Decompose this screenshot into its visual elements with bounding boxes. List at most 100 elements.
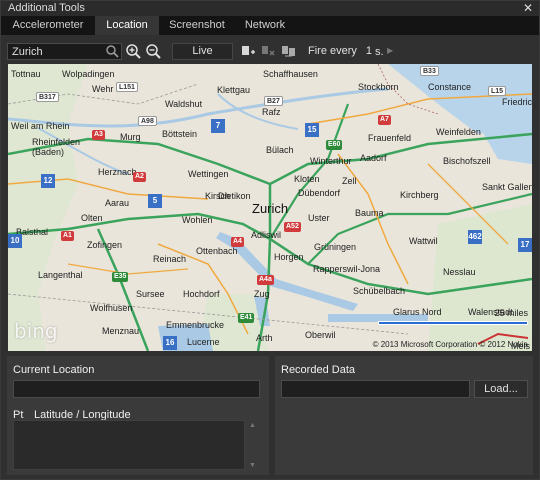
route-badge: 15 xyxy=(305,123,319,137)
tab-accelerometer[interactable]: Accelerometer xyxy=(1,16,95,35)
map-label: Wolpadingen xyxy=(62,69,115,79)
map-label: Schübelbach xyxy=(353,286,406,296)
road-shield: A2 xyxy=(133,172,146,182)
current-location-field[interactable] xyxy=(13,380,260,398)
route-badge: 16 xyxy=(163,336,177,350)
route-badge: 7 xyxy=(211,119,225,133)
map-label: Aarau xyxy=(105,198,130,208)
road-shield: E60 xyxy=(326,140,343,150)
road-shield: B27 xyxy=(264,96,283,106)
load-button[interactable]: Load... xyxy=(474,380,528,398)
map-label: Klettgau xyxy=(217,85,251,95)
map-label: Menznau xyxy=(102,326,140,336)
map-label: Bülach xyxy=(266,145,294,155)
map-label-city: Zurich xyxy=(252,201,289,216)
zoom-in-icon[interactable] xyxy=(125,43,141,59)
close-icon[interactable]: ✕ xyxy=(523,1,533,15)
map-label: Horgen xyxy=(274,252,304,262)
route-badge: 462 xyxy=(468,230,482,244)
map-label: Nesslau xyxy=(443,267,476,277)
map-label: Glarus Nord xyxy=(393,307,442,317)
route-badge: 12 xyxy=(41,174,55,188)
road-shield: A98 xyxy=(138,116,157,126)
map-label: Rapperswil-Jona xyxy=(313,264,381,274)
tab-network[interactable]: Network xyxy=(235,16,295,35)
map-label: Oberwil xyxy=(305,330,336,340)
map-label: Kirchberg xyxy=(400,190,439,200)
map-label: Herznach xyxy=(98,167,137,177)
road-shield: A52 xyxy=(284,222,301,232)
map-label: Böttstein xyxy=(162,129,198,139)
map-label: Weil am Rhein xyxy=(11,121,70,131)
map-label: Lucerne xyxy=(187,337,220,347)
map-label: Frauenfeld xyxy=(368,133,412,143)
map-label: Wohlen xyxy=(182,215,213,225)
tab-screenshot[interactable]: Screenshot xyxy=(159,16,235,35)
map-label: Arth xyxy=(256,333,273,343)
route-badge: 5 xyxy=(148,194,162,208)
map-view[interactable]: Waldshut Weil am Rhein Rheinfelden (Bade… xyxy=(8,64,532,351)
additional-tools-window: Additional Tools ✕ Accelerometer Locatio… xyxy=(0,0,540,480)
road-shield: B33 xyxy=(420,66,439,76)
fire-unit-label: s. xyxy=(375,46,384,58)
road-shield: A4a xyxy=(257,275,274,285)
bing-logo: bing xyxy=(14,319,58,343)
map-label: Grüningen xyxy=(314,242,357,252)
road-shield: A4 xyxy=(231,237,244,247)
map-label: Friedric xyxy=(502,97,532,107)
road-shield: L151 xyxy=(116,82,138,92)
route-badge: 17 xyxy=(518,238,532,252)
map-label: Zell xyxy=(342,176,357,186)
tab-location[interactable]: Location xyxy=(95,16,159,35)
play-icon[interactable]: ▶ xyxy=(387,46,393,55)
map-label: Weinfelden xyxy=(436,127,481,137)
recorded-data-panel: Recorded Data Load... xyxy=(275,356,533,475)
recorded-data-title: Recorded Data xyxy=(281,364,355,376)
scroll-up-icon[interactable]: ▲ xyxy=(249,422,256,429)
location-panel: Live Fire every s. ▶ xyxy=(1,35,539,479)
map-scale-label: 25 miles xyxy=(494,308,528,318)
map-label: Sursee xyxy=(136,289,165,299)
search-icon[interactable] xyxy=(105,44,119,58)
fire-interval-input[interactable] xyxy=(354,43,372,59)
map-label: Constance xyxy=(428,82,472,92)
map-label: Reinach xyxy=(153,254,187,264)
title-bar: Additional Tools ✕ xyxy=(1,1,539,16)
map-label: Sankt Gallen xyxy=(482,182,532,192)
map-label: Waldshut xyxy=(165,99,203,109)
map-label: Dübendorf xyxy=(298,188,341,198)
map-label: Zug xyxy=(254,289,270,299)
road-shield: E41 xyxy=(238,313,255,323)
recorded-data-field[interactable] xyxy=(281,380,470,398)
add-pin-icon[interactable] xyxy=(240,43,256,59)
map-label: Wolfhusen xyxy=(90,303,133,313)
map-label: Winterthur xyxy=(310,156,352,166)
tab-bar: Accelerometer Location Screenshot Networ… xyxy=(1,16,539,35)
route-icon[interactable] xyxy=(281,43,297,59)
map-label: Kirsch xyxy=(205,191,231,201)
map-label: Rheinfelden (Baden) xyxy=(32,137,81,157)
map-label: Murg xyxy=(120,132,141,142)
map-scale-bar xyxy=(378,321,528,325)
live-button[interactable]: Live xyxy=(172,43,233,60)
location-toolbar: Live Fire every s. ▶ xyxy=(7,41,533,63)
map-label: Zofingen xyxy=(87,240,123,250)
route-badge: 10 xyxy=(8,234,22,248)
map-label: Ottenbach xyxy=(196,246,238,256)
map-label: Aadorf xyxy=(360,153,387,163)
points-list[interactable] xyxy=(13,420,245,470)
map-label: Bischofszell xyxy=(443,156,491,166)
zoom-out-icon[interactable] xyxy=(145,43,161,59)
road-shield: E35 xyxy=(112,272,129,282)
road-shield: B317 xyxy=(36,92,59,102)
map-label: Tottnau xyxy=(11,69,41,79)
map-label: Langenthal xyxy=(38,270,83,280)
map-label: Adliswil xyxy=(251,230,282,240)
road-shield: A1 xyxy=(61,231,74,241)
map-label: Stockborn xyxy=(358,82,399,92)
window-title: Additional Tools xyxy=(8,2,85,14)
scroll-down-icon[interactable]: ▼ xyxy=(249,462,256,469)
clear-pins-icon[interactable] xyxy=(260,43,276,59)
map-label: Olten xyxy=(81,213,103,223)
map-copyright: © 2013 Microsoft Corporation © 2012 Noki… xyxy=(372,340,528,349)
